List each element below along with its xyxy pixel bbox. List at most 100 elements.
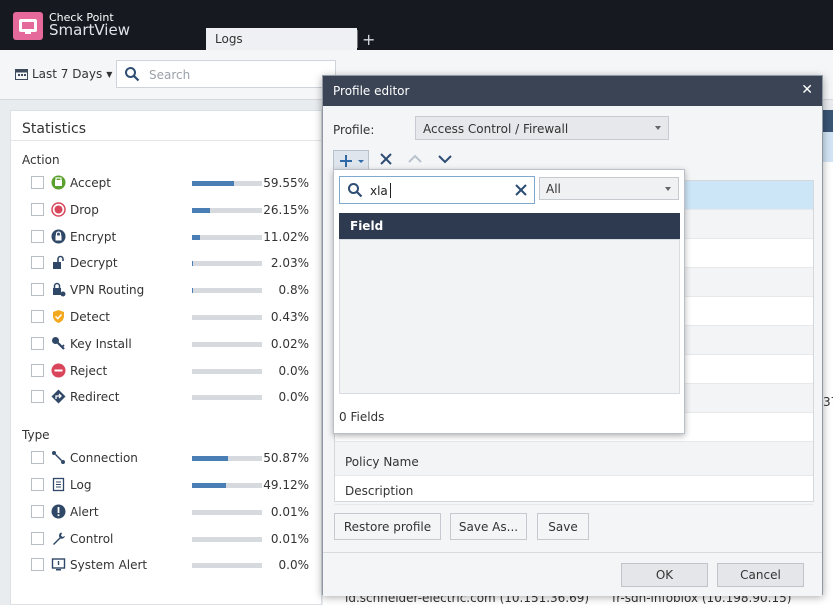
stats-filter-checkbox[interactable]	[31, 363, 44, 377]
field-category-value: All	[546, 182, 561, 196]
field-column-header: Field	[339, 213, 680, 239]
stats-row-percent: 0.02%	[270, 336, 309, 351]
key-icon	[51, 336, 66, 351]
stats-bar	[192, 536, 262, 542]
brand: Check Point SmartView	[49, 12, 130, 38]
chevron-down-icon: ▼	[106, 69, 113, 79]
table-cell-fragment: 37	[823, 395, 833, 409]
stats-filter-checkbox[interactable]	[31, 310, 44, 323]
stats-filter-checkbox[interactable]	[31, 558, 44, 572]
stats-row: Alert 0.01%	[11, 502, 323, 522]
profile-field-name: Description	[345, 484, 414, 498]
stats-filter-checkbox[interactable]	[31, 336, 44, 350]
log-icon	[51, 477, 66, 492]
search-icon	[125, 67, 140, 82]
system-alert-icon	[51, 557, 66, 572]
time-range-dropdown[interactable]: Last 7 Days ▼	[15, 67, 112, 81]
stats-bar-fill	[192, 207, 210, 213]
stats-group-title: Action	[22, 153, 60, 167]
stats-row-label: Log	[70, 478, 92, 492]
plus-icon	[340, 155, 364, 167]
stats-filter-checkbox[interactable]	[31, 504, 44, 518]
chevron-down-icon	[665, 187, 671, 191]
ok-button[interactable]: OK	[621, 563, 708, 587]
stats-bar-fill	[192, 181, 234, 186]
field-category-select[interactable]: All	[539, 177, 679, 200]
stats-bar-fill	[192, 483, 226, 488]
text-cursor	[390, 183, 391, 198]
stats-row: Accept 59.55%	[11, 173, 323, 193]
stats-filter-checkbox[interactable]	[31, 451, 44, 465]
stats-row-label: Drop	[70, 202, 99, 217]
restore-profile-button[interactable]: Restore profile	[334, 513, 441, 540]
close-icon[interactable]: ✕	[801, 82, 813, 98]
stats-filter-checkbox[interactable]	[31, 531, 44, 545]
stats-row-label: Key Install	[70, 336, 132, 351]
reject-icon	[51, 363, 66, 378]
connection-icon	[51, 450, 66, 465]
stats-filter-checkbox[interactable]	[31, 390, 44, 404]
stats-row-percent: 0.01%	[270, 531, 309, 546]
stats-row-percent: 49.12%	[263, 478, 309, 492]
stats-row-percent: 0.01%	[270, 504, 309, 519]
field-search-input[interactable]: xla	[339, 176, 535, 204]
stats-bar	[192, 315, 262, 320]
stats-row-label: System Alert	[70, 558, 148, 573]
field-count: 0 Fields	[339, 410, 385, 424]
divider	[11, 140, 321, 141]
stats-bar-fill	[192, 261, 193, 267]
stats-row-label: Alert	[70, 504, 99, 519]
stats-row-percent: 0.43%	[270, 310, 309, 324]
profile-field-row[interactable]: Policy Name	[335, 447, 813, 476]
log-search-field[interactable]: Search	[116, 60, 336, 88]
save-button[interactable]: Save	[537, 513, 589, 540]
checkpoint-logo-icon	[13, 12, 43, 40]
stats-row: Log 49.12%	[11, 475, 323, 495]
stats-row-label: Connection	[70, 451, 138, 466]
stats-row-label: Reject	[70, 363, 108, 378]
field-picker-popup: xla All Field 0 Fields	[333, 169, 685, 434]
stats-row-label: VPN Routing	[70, 283, 145, 298]
time-range-label: Last 7 Days	[32, 67, 103, 81]
stats-row: Connection 50.87%	[11, 448, 323, 468]
stats-row-label: Redirect	[70, 390, 120, 405]
cancel-button[interactable]: Cancel	[717, 563, 804, 587]
field-search-value: xla	[370, 184, 388, 198]
stats-row: Redirect 0.0%	[11, 387, 323, 407]
stats-row: Decrypt 2.03%	[11, 253, 323, 273]
stats-bar	[192, 181, 262, 186]
drop-icon	[51, 202, 66, 217]
stats-row-percent: 59.55%	[263, 176, 309, 190]
stats-row: Drop 26.15%	[11, 200, 323, 220]
move-down-icon[interactable]	[437, 153, 453, 165]
lock-icon	[51, 229, 66, 244]
stats-bar	[192, 563, 262, 569]
tab-logs[interactable]: Logs	[206, 28, 357, 50]
stats-filter-checkbox[interactable]	[31, 202, 44, 216]
stats-row-label: Encrypt	[70, 229, 117, 244]
remove-field-icon[interactable]	[379, 152, 393, 166]
stats-row: Reject 0.0%	[11, 361, 323, 381]
clear-search-icon[interactable]	[514, 183, 528, 197]
stats-bar	[192, 509, 262, 515]
stats-bar-fill	[192, 234, 200, 240]
profile-label: Profile:	[333, 123, 375, 137]
move-up-icon[interactable]	[407, 153, 423, 165]
statistics-title: Statistics	[22, 121, 86, 137]
alert-icon	[51, 504, 66, 519]
add-tab-button[interactable]: +	[362, 30, 375, 49]
dialog-title: Profile editor	[333, 84, 410, 98]
stats-filter-checkbox[interactable]	[31, 478, 44, 491]
unlock-icon	[51, 255, 66, 270]
stats-filter-checkbox[interactable]	[31, 229, 44, 243]
wrench-icon	[51, 531, 66, 546]
stats-row: Detect 0.43%	[11, 307, 323, 327]
stats-row: System Alert 0.0%	[11, 555, 323, 575]
stats-filter-checkbox[interactable]	[31, 283, 44, 297]
stats-filter-checkbox[interactable]	[31, 256, 44, 270]
profile-select[interactable]: Access Control / Firewall	[415, 116, 669, 140]
profile-field-row[interactable]: Description	[335, 476, 813, 505]
save-as-button[interactable]: Save As...	[450, 513, 527, 540]
stats-filter-checkbox[interactable]	[31, 176, 44, 189]
stats-row-label: Control	[70, 531, 114, 546]
